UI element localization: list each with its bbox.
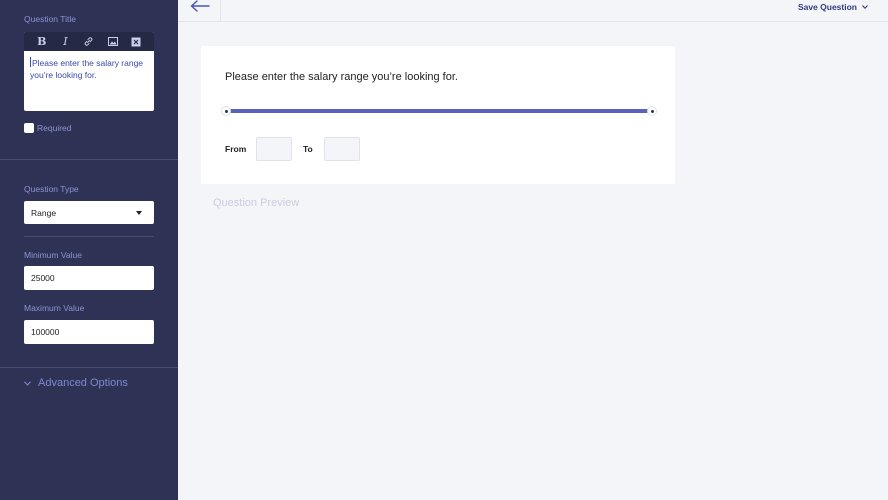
italic-icon: I: [63, 35, 68, 48]
question-preview-caption: Question Preview: [213, 197, 300, 209]
from-input[interactable]: [256, 137, 292, 161]
question-type-value: Range: [31, 207, 57, 218]
link-button[interactable]: [82, 35, 96, 49]
maximum-value-text: 100000: [31, 327, 60, 337]
preview-question-text: Please enter the salary range you’re loo…: [225, 71, 458, 83]
slider-max-handle[interactable]: [647, 106, 657, 116]
section-divider: [0, 367, 178, 368]
to-input[interactable]: [324, 137, 360, 161]
from-label: From: [225, 144, 247, 154]
maximum-value-input[interactable]: 100000: [24, 320, 154, 344]
image-button[interactable]: [106, 35, 120, 49]
italic-button[interactable]: I: [58, 35, 72, 49]
question-title-editor[interactable]: B I Please enter the salary range you’re…: [24, 32, 154, 111]
settings-sidebar: Question Title B I Please enter the sala…: [0, 0, 178, 500]
slider-track: [226, 109, 652, 113]
question-preview-card: Please enter the salary range you’re loo…: [201, 46, 675, 184]
question-title-label: Question Title: [24, 14, 76, 24]
advanced-options-label: Advanced Options: [38, 377, 128, 389]
to-label: To: [303, 144, 313, 154]
field-divider: [24, 236, 154, 237]
save-question-button[interactable]: Save Question: [798, 2, 868, 12]
bold-icon: B: [37, 35, 47, 48]
required-toggle[interactable]: Required: [24, 123, 72, 133]
question-type-select[interactable]: Range: [24, 201, 154, 224]
header-bottom-border: [178, 21, 888, 22]
clear-format-icon: [131, 37, 141, 46]
chevron-down-icon: [24, 380, 31, 386]
required-checkbox[interactable]: [24, 123, 34, 133]
image-icon: [107, 37, 118, 46]
clear-format-button[interactable]: [129, 35, 143, 49]
minimum-value-label: Minimum Value: [24, 250, 82, 260]
maximum-value-label: Maximum Value: [24, 303, 85, 313]
header-divider: [220, 0, 221, 21]
editor-toolbar: B I: [24, 32, 154, 51]
question-title-text: Please enter the salary range you’re loo…: [30, 58, 144, 80]
bold-button[interactable]: B: [35, 35, 49, 49]
section-divider: [0, 159, 178, 160]
save-question-label: Save Question: [797, 2, 857, 12]
link-icon: [85, 37, 93, 46]
range-slider[interactable]: [221, 104, 657, 118]
back-arrow-icon[interactable]: [190, 0, 210, 12]
question-title-text-area[interactable]: Please enter the salary range you’re loo…: [24, 51, 154, 87]
dropdown-arrow-icon: [136, 210, 142, 215]
slider-min-handle[interactable]: [221, 106, 231, 116]
minimum-value-text: 25000: [31, 273, 55, 283]
question-type-label: Question Type: [24, 184, 79, 194]
required-label: Required: [37, 123, 72, 133]
advanced-options-toggle[interactable]: Advanced Options: [24, 377, 128, 389]
minimum-value-input[interactable]: 25000: [24, 266, 154, 290]
chevron-down-icon: [862, 5, 868, 9]
text-caret: [30, 57, 31, 67]
